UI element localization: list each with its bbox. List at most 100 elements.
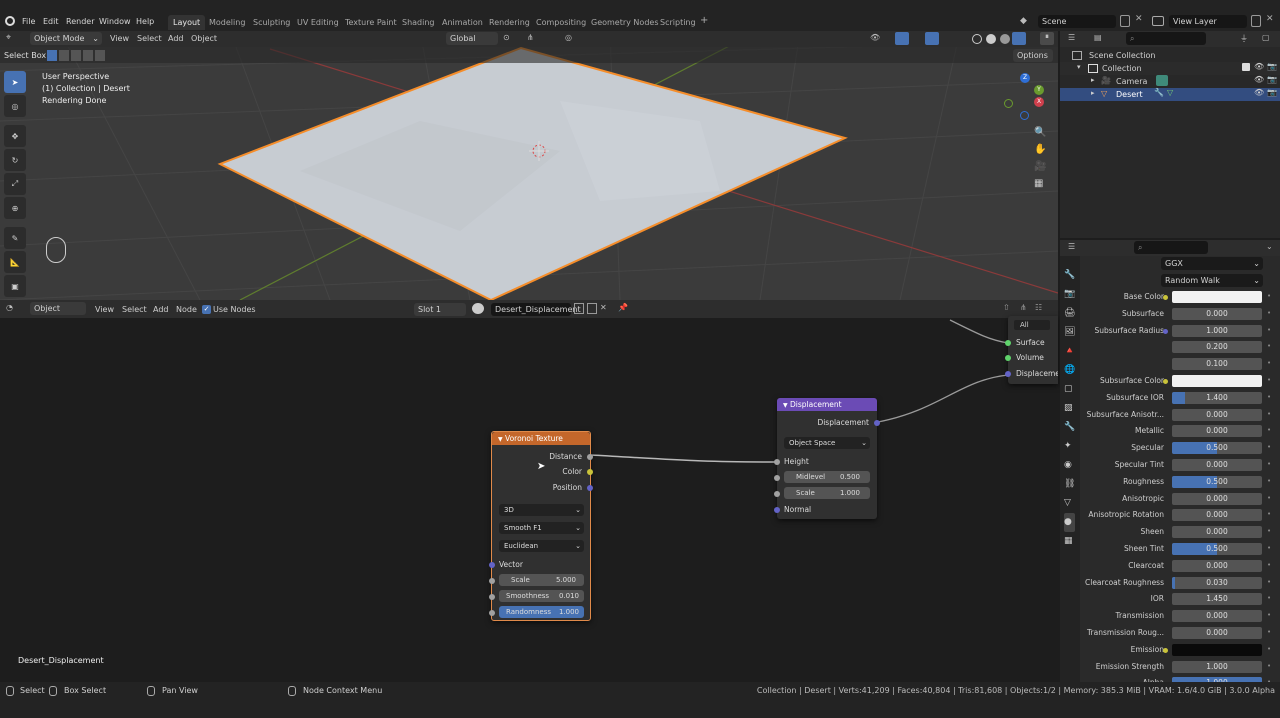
new-collection-icon[interactable]: ▢ [1262, 33, 1270, 42]
specular-animate-icon[interactable]: • [1267, 443, 1271, 451]
tab-geometry-nodes[interactable]: Geometry Nodes [586, 15, 663, 30]
tab-modeling[interactable]: Modeling [204, 15, 250, 30]
eye-icon[interactable]: 👁 [1254, 88, 1264, 97]
proportional-icon[interactable]: ◎ [565, 33, 572, 42]
transform-tool-icon[interactable]: ⊕ [4, 197, 26, 219]
clearcoat-field[interactable]: 0.000 [1172, 560, 1262, 572]
output-target-dropdown[interactable]: All [1014, 320, 1050, 330]
smoothness-slider[interactable]: Smoothness 0.010 [499, 590, 584, 602]
midlevel-input-socket[interactable] [774, 475, 780, 481]
menu-object[interactable]: Object [191, 34, 217, 43]
value-3-field[interactable]: 0.200 [1172, 341, 1262, 353]
pause-render-icon[interactable]: ⏸ [1040, 32, 1054, 45]
height-input-socket[interactable] [774, 459, 780, 465]
midlevel-slider[interactable]: Midlevel 0.500 [784, 471, 870, 483]
scale-tool-icon[interactable]: ⤢ [4, 173, 26, 195]
tab-layout[interactable]: Layout [168, 15, 206, 30]
outliner-row-camera[interactable]: ▸ 🎥 Camera 👁 📷 [1060, 75, 1280, 88]
ior-animate-icon[interactable]: • [1267, 594, 1271, 602]
mode-dropdown[interactable]: Object Mode ⌄ [30, 32, 102, 45]
scale-slider[interactable]: Scale 5.000 [499, 574, 584, 586]
expand-icon[interactable]: ▸ [1091, 89, 1095, 97]
gizmo-neg-y-icon[interactable] [1004, 99, 1013, 108]
specular-tint-animate-icon[interactable]: • [1267, 460, 1271, 468]
expand-icon[interactable]: ▸ [1091, 76, 1095, 84]
camera-data-icon[interactable] [1156, 75, 1168, 86]
menu-window[interactable]: Window [99, 15, 131, 28]
randomness-slider[interactable]: Randomness 1.000 [499, 606, 584, 618]
clearcoat-roughness-animate-icon[interactable]: • [1267, 578, 1271, 586]
position-output-socket[interactable] [587, 485, 593, 491]
snap-icon[interactable]: ⋔ [527, 33, 534, 42]
subsurface-ior-animate-icon[interactable]: • [1267, 393, 1271, 401]
gizmo-y-icon[interactable]: Y [1034, 85, 1044, 95]
navigation-gizmo[interactable]: Z Y X [1000, 71, 1050, 121]
expand-icon[interactable]: ▾ [1077, 63, 1081, 71]
world-tab-icon[interactable]: 🌐 [1064, 361, 1075, 380]
properties-type-icon[interactable]: ☰ [1068, 242, 1075, 251]
outliner-row-collection[interactable]: ▾ Collection 👁 📷 [1060, 62, 1280, 75]
gizmo-toggle-icon[interactable] [895, 32, 909, 45]
transmission-roug-animate-icon[interactable]: • [1267, 628, 1271, 636]
scene-icon[interactable]: ◆ [1020, 16, 1032, 27]
data-tab-icon[interactable]: ▽ [1064, 494, 1075, 513]
transmission-roug-field[interactable]: 0.000 [1172, 627, 1262, 639]
base-color-animate-icon[interactable]: • [1267, 292, 1271, 300]
solid-shading-icon[interactable] [986, 34, 996, 44]
anisotropic-field[interactable]: 0.000 [1172, 493, 1262, 505]
texture-tab-icon[interactable]: ▦ [1064, 532, 1075, 551]
subsurface-color-swatch[interactable] [1172, 375, 1262, 387]
base-color-swatch[interactable] [1172, 291, 1262, 303]
menu-add[interactable]: Add [168, 34, 184, 43]
displacement-socket[interactable] [1005, 371, 1011, 377]
filter-icon[interactable]: ⏚ [1240, 33, 1248, 44]
select-mode-buttons[interactable] [47, 50, 109, 61]
physics-tab-icon[interactable]: ◉ [1064, 456, 1075, 475]
tab-texture-paint[interactable]: Texture Paint [340, 15, 402, 30]
copy-view-layer-icon[interactable] [1251, 15, 1261, 27]
displacement-scale-slider[interactable]: Scale 1.000 [784, 487, 870, 499]
tab-uv-editing[interactable]: UV Editing [292, 15, 344, 30]
emission-strength-animate-icon[interactable]: • [1267, 662, 1271, 670]
specular-field[interactable]: 0.500 [1172, 442, 1262, 454]
emission-strength-field[interactable]: 1.000 [1172, 661, 1262, 673]
clearcoat-animate-icon[interactable]: • [1267, 561, 1271, 569]
subsurface-radius-animate-icon[interactable]: • [1267, 326, 1271, 334]
subsurface-color-animate-icon[interactable]: • [1267, 376, 1271, 384]
tab-scripting[interactable]: Scripting [655, 15, 701, 30]
metric-dropdown[interactable]: Euclidean ⌄ [499, 540, 584, 552]
dimensions-dropdown[interactable]: 3D ⌄ [499, 504, 584, 516]
ior-field[interactable]: 1.450 [1172, 593, 1262, 605]
scale-input-socket[interactable] [489, 578, 495, 584]
display-mode-icon[interactable]: ▤ [1094, 33, 1102, 42]
roughness-field[interactable]: 0.500 [1172, 476, 1262, 488]
particles-tab-icon[interactable]: ✦ [1064, 437, 1075, 456]
add-cube-tool-icon[interactable]: ▣ [4, 275, 26, 297]
checkbox-icon[interactable] [1242, 63, 1250, 71]
rendered-shading-icon[interactable] [1012, 32, 1026, 45]
sheen-tint-animate-icon[interactable]: • [1267, 544, 1271, 552]
view-layer-icon[interactable] [1152, 16, 1164, 26]
emission-socket-icon[interactable] [1163, 648, 1168, 653]
collection-tab-icon[interactable]: ▢ [1064, 380, 1075, 399]
randomness-input-socket[interactable] [489, 610, 495, 616]
subsurface-radius-socket-icon[interactable] [1163, 329, 1168, 334]
close-view-layer-icon[interactable]: ✕ [1266, 14, 1274, 24]
transmission-field[interactable]: 0.000 [1172, 610, 1262, 622]
material-tab-icon[interactable]: ● [1064, 513, 1076, 532]
displacement-node-header[interactable]: ▼ Displacement [777, 398, 877, 411]
volume-socket[interactable] [1005, 355, 1011, 361]
annotate-tool-icon[interactable]: ✎ [4, 227, 26, 249]
outliner-row-desert[interactable]: ▸ ▽ Desert 🔧 ▽ 👁 📷 [1060, 88, 1280, 101]
zoom-icon[interactable]: 🔍 [1034, 127, 1046, 138]
camera-render-icon[interactable]: 📷 [1267, 88, 1277, 97]
subsurface-color-socket-icon[interactable] [1163, 379, 1168, 384]
menu-select[interactable]: Select [137, 34, 162, 43]
displacement-node[interactable]: ▼ Displacement Displacement Object Space… [774, 398, 880, 519]
add-workspace-button[interactable]: + [700, 15, 708, 26]
constraints-tab-icon[interactable]: ⛓ [1064, 475, 1075, 494]
scene-field[interactable]: Scene [1038, 15, 1116, 28]
tab-compositing[interactable]: Compositing [531, 15, 591, 30]
transmission-animate-icon[interactable]: • [1267, 611, 1271, 619]
surface-socket[interactable] [1005, 340, 1011, 346]
